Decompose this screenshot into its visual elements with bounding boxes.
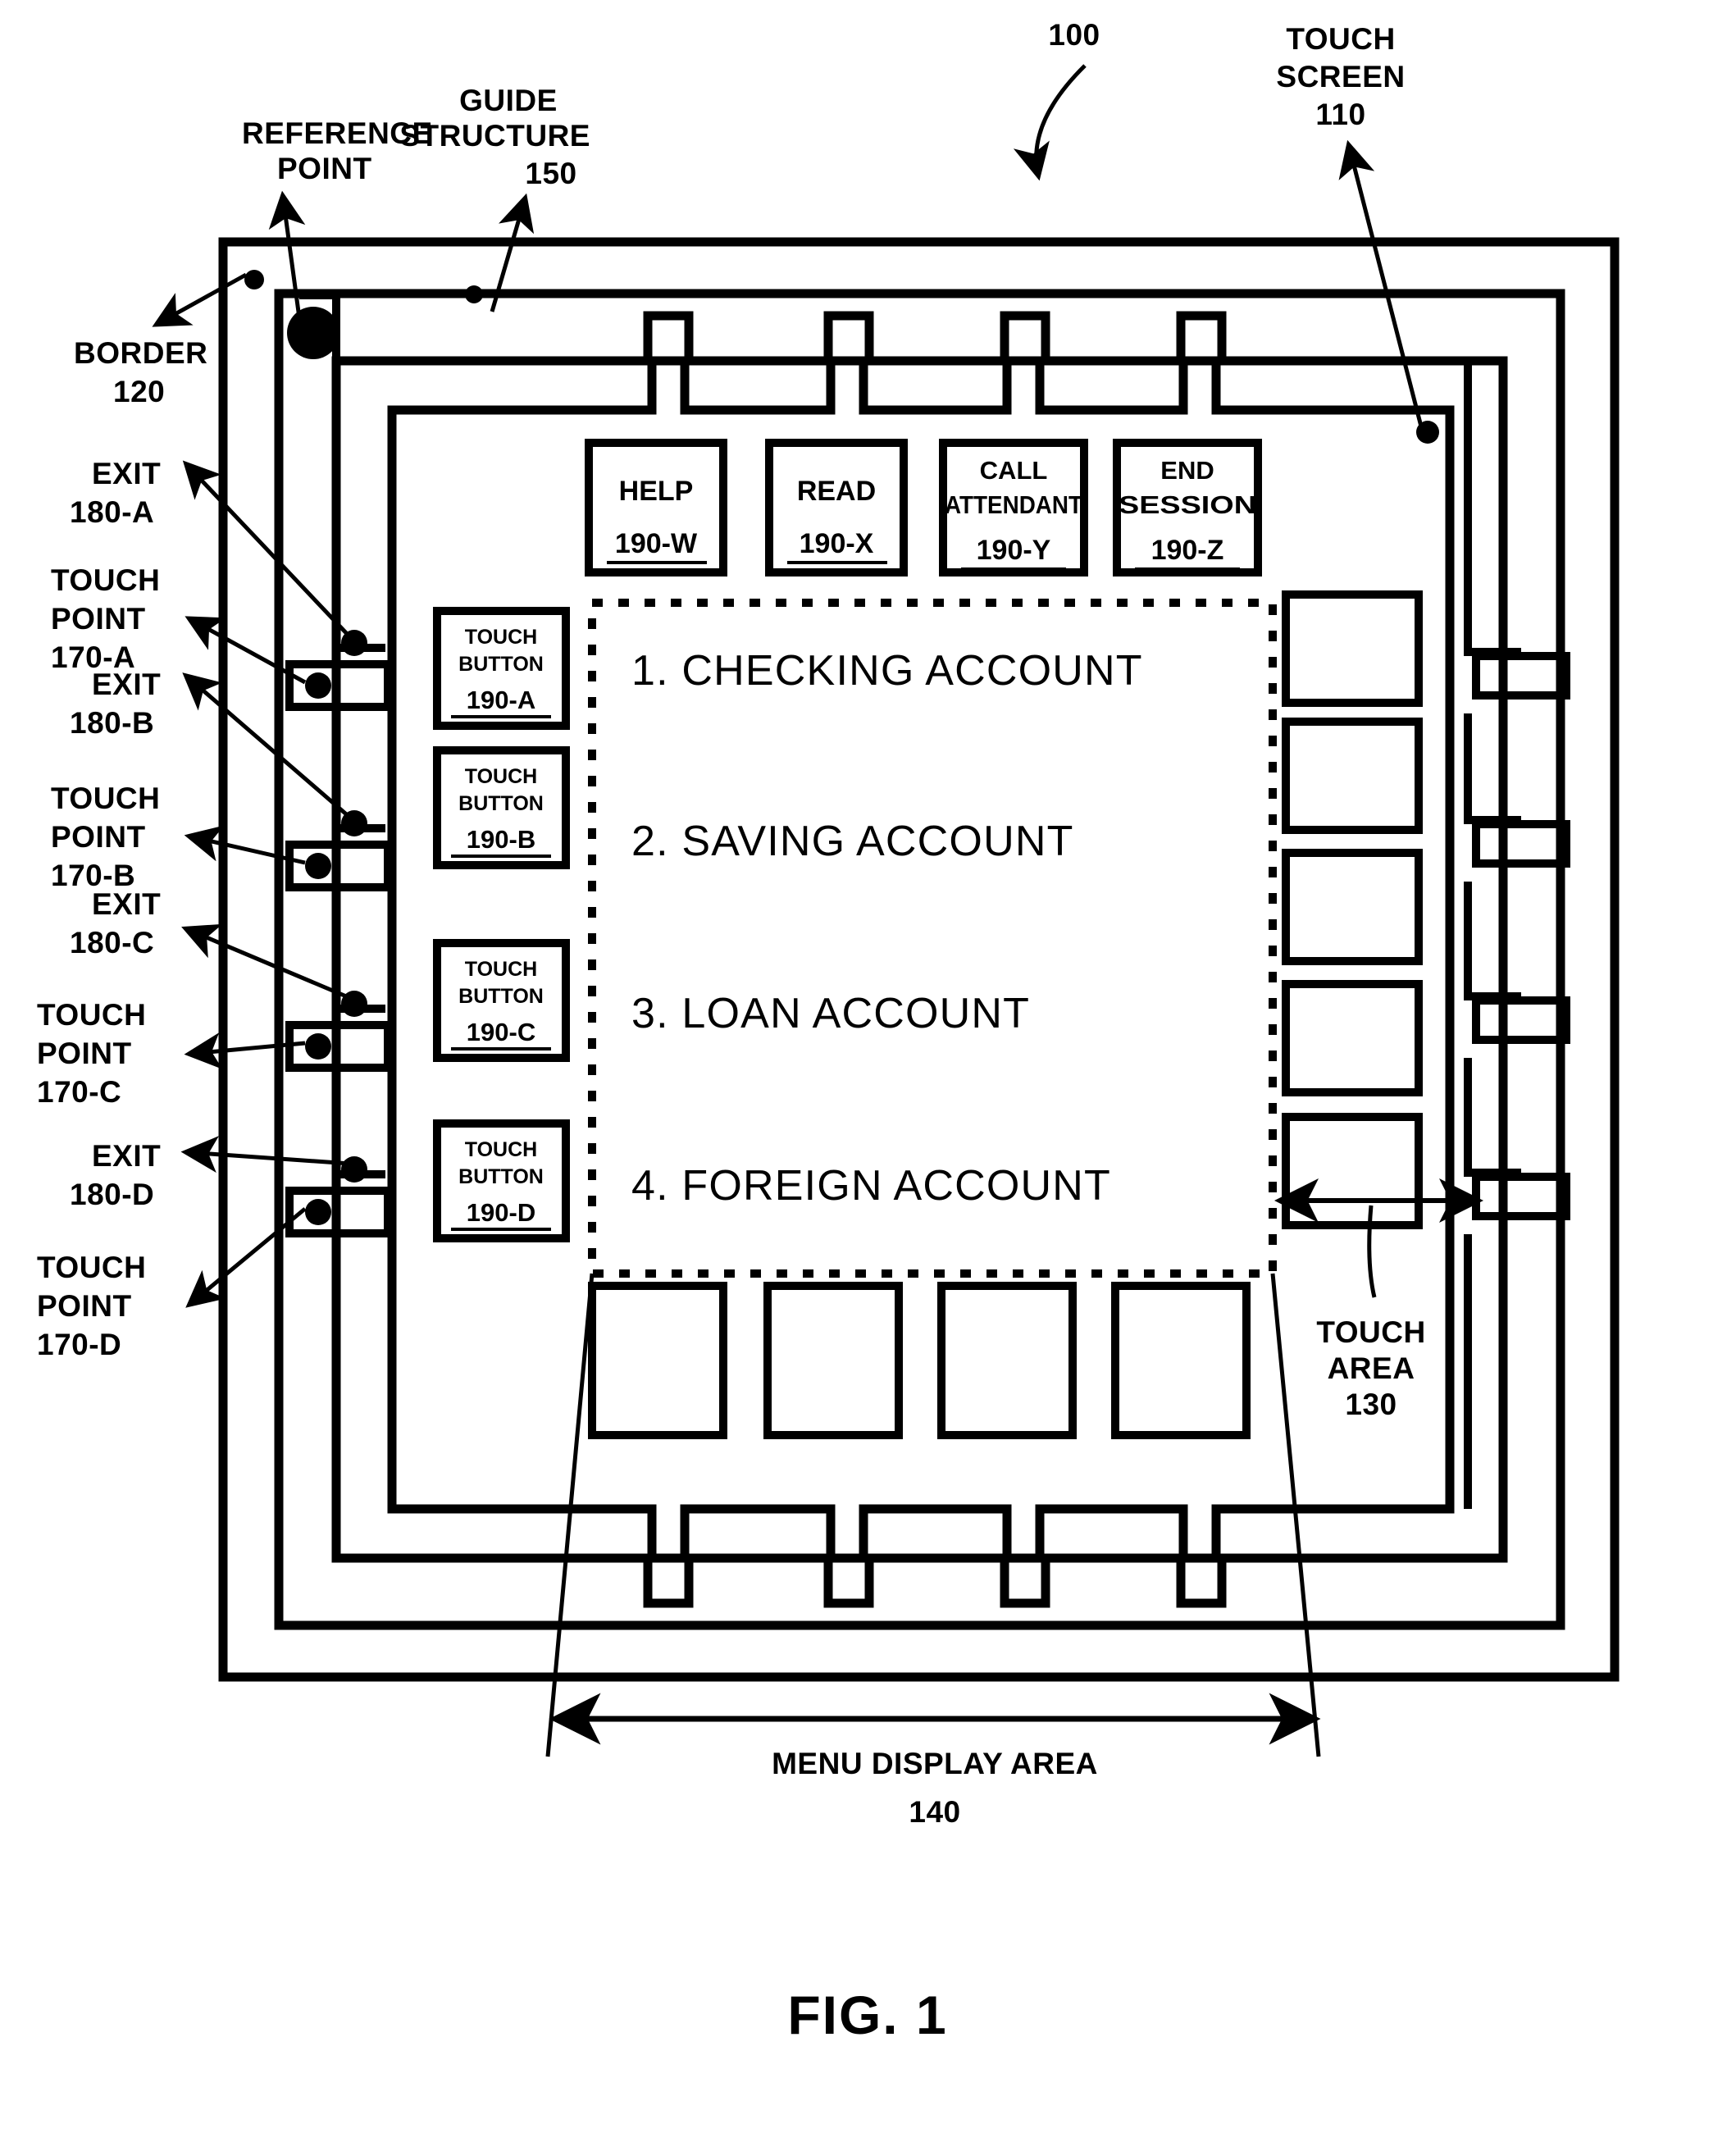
exit-dot-d <box>341 1156 367 1183</box>
touch-point-a-line2: POINT <box>51 602 146 636</box>
call-attendant-line1: CALL <box>980 456 1048 485</box>
touch-point-dot-d <box>305 1199 331 1225</box>
touch-point-a-line1: TOUCH <box>51 563 160 597</box>
border-marker-dot <box>244 270 264 289</box>
touch-button-d-line1: TOUCH <box>465 1138 537 1161</box>
touch-point-b-line1: TOUCH <box>51 782 160 815</box>
figure-canvas: HELP 190-W READ 190-X CALL ATTENDANT 190… <box>0 0 1736 2142</box>
exit-d-label: EXIT <box>92 1139 161 1173</box>
border-ref: 120 <box>113 375 165 408</box>
guide-structure-marker-dot <box>465 285 483 303</box>
end-session-ref: 190-Z <box>1151 535 1224 566</box>
exit-a-label: EXIT <box>92 457 161 490</box>
touch-button-c-line1: TOUCH <box>465 958 537 981</box>
reference-point-label-line2: POINT <box>277 152 372 185</box>
touch-point-a-ref: 170-A <box>51 640 135 674</box>
touch-button-a-line2: BUTTON <box>458 653 544 676</box>
touch-button-a-ref: 190-A <box>467 686 535 714</box>
guide-structure-label-line2: STRUCTURE <box>399 119 590 153</box>
read-button-ref: 190-X <box>800 528 874 559</box>
exit-d-ref: 180-D <box>70 1178 154 1211</box>
menu-item-3[interactable]: 3. LOAN ACCOUNT <box>631 990 1030 1037</box>
call-attendant-line2: ATTENDANT <box>945 490 1082 519</box>
exit-b-ref: 180-B <box>70 706 154 740</box>
read-button-label: READ <box>797 476 876 507</box>
touch-point-c-line2: POINT <box>37 1037 132 1070</box>
touch-button-a-line1: TOUCH <box>465 626 537 649</box>
menu-display-area-label: MENU DISPLAY AREA <box>772 1747 1098 1780</box>
end-session-line2: SESSION <box>1119 490 1256 519</box>
touch-area-label-line2: AREA <box>1328 1351 1415 1385</box>
menu-item-2[interactable]: 2. SAVING ACCOUNT <box>631 818 1074 865</box>
exit-c-label: EXIT <box>92 887 161 921</box>
touch-screen-ref: 110 <box>1315 98 1365 131</box>
touch-area-label-line1: TOUCH <box>1316 1315 1425 1349</box>
help-button-ref: 190-W <box>615 528 698 559</box>
exit-a-ref: 180-A <box>70 495 154 529</box>
touch-point-d-ref: 170-D <box>37 1328 121 1361</box>
figure-caption: FIG. 1 <box>787 1985 947 2045</box>
touch-button-c-ref: 190-C <box>467 1018 535 1046</box>
menu-item-1[interactable]: 1. CHECKING ACCOUNT <box>631 647 1143 695</box>
touch-point-b-ref: 170-B <box>51 859 135 892</box>
touch-button-b-ref: 190-B <box>467 825 535 854</box>
touch-button-d-ref: 190-D <box>467 1198 535 1227</box>
exit-c-ref: 180-C <box>70 926 154 959</box>
menu-display-area: 1. CHECKING ACCOUNT 2. SAVING ACCOUNT 3.… <box>588 599 1277 1278</box>
border-label: BORDER <box>74 336 207 370</box>
touch-point-d-line1: TOUCH <box>37 1251 146 1284</box>
patent-figure-1: HELP 190-W READ 190-X CALL ATTENDANT 190… <box>0 0 1736 2142</box>
touch-point-dot-c <box>305 1033 331 1060</box>
touch-point-c-line1: TOUCH <box>37 998 146 1032</box>
reference-point-dot <box>287 307 339 359</box>
touch-point-dot-b <box>305 853 331 879</box>
touch-point-d-line2: POINT <box>37 1289 132 1323</box>
menu-display-area-ref: 140 <box>909 1795 960 1829</box>
touch-button-b-line2: BUTTON <box>458 792 544 815</box>
touch-button-b-line1: TOUCH <box>465 765 537 788</box>
help-button-label: HELP <box>619 476 694 507</box>
device-ref-label: 100 <box>1048 18 1100 52</box>
touch-area-ref: 130 <box>1345 1388 1397 1421</box>
touch-button-d-line2: BUTTON <box>458 1165 544 1188</box>
menu-item-4[interactable]: 4. FOREIGN ACCOUNT <box>631 1162 1111 1210</box>
touch-screen-label-line1: TOUCH <box>1286 22 1395 56</box>
touch-point-dot-a <box>305 672 331 699</box>
touch-point-c-ref: 170-C <box>37 1075 121 1109</box>
guide-structure-ref: 150 <box>525 157 576 190</box>
guide-structure-label-line1: GUIDE <box>459 84 558 117</box>
call-attendant-ref: 190-Y <box>977 535 1051 566</box>
touch-button-c-line2: BUTTON <box>458 985 544 1008</box>
touch-point-b-line2: POINT <box>51 820 146 854</box>
end-session-line1: END <box>1160 456 1214 485</box>
touch-screen-label-line2: SCREEN <box>1276 60 1405 93</box>
